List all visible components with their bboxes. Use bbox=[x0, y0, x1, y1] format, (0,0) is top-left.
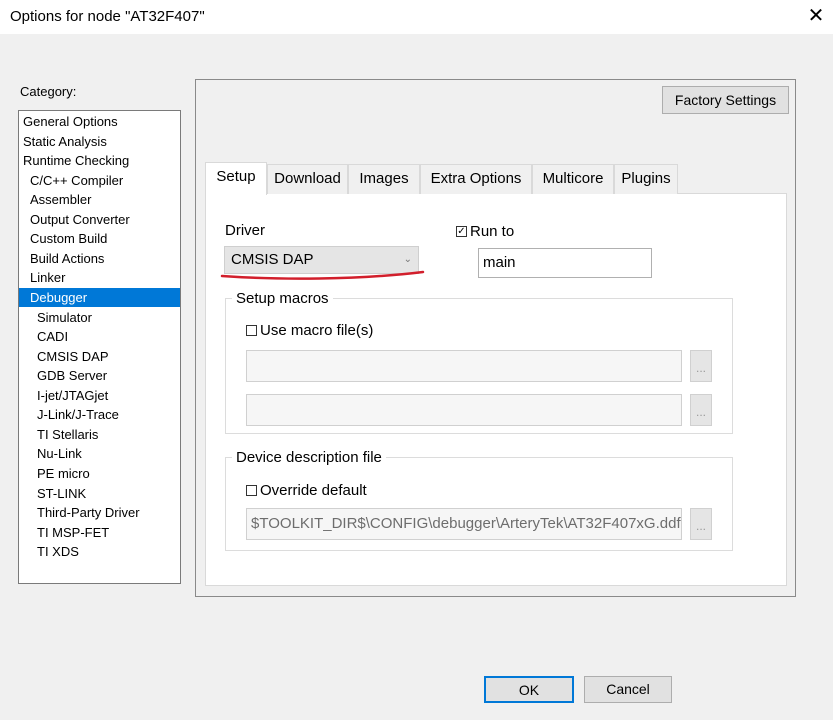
device-file-input[interactable]: $TOOLKIT_DIR$\CONFIG\debugger\ArteryTek\… bbox=[246, 508, 682, 540]
tab-setup[interactable]: Setup bbox=[205, 162, 267, 195]
category-item-gdb-server[interactable]: GDB Server bbox=[19, 366, 198, 385]
run-to-checkbox[interactable]: ✓ bbox=[456, 226, 467, 237]
setup-macros-title: Setup macros bbox=[232, 290, 333, 307]
override-default-checkbox[interactable] bbox=[246, 485, 257, 496]
category-item-ti-msp-fet[interactable]: TI MSP-FET bbox=[19, 523, 198, 542]
run-to-label: Run to bbox=[470, 223, 515, 240]
category-item-cadi[interactable]: CADI bbox=[19, 327, 198, 346]
close-icon[interactable]: ✕ bbox=[804, 5, 828, 29]
category-item-static-analysis[interactable]: Static Analysis bbox=[19, 132, 184, 151]
macro-file-input-2[interactable] bbox=[246, 394, 682, 426]
category-item-simulator[interactable]: Simulator bbox=[19, 308, 198, 327]
macro-file-browse-button-1[interactable]: ... bbox=[690, 350, 712, 382]
macro-file-browse-button-2[interactable]: ... bbox=[690, 394, 712, 426]
category-item-ti-xds[interactable]: TI XDS bbox=[19, 542, 198, 561]
category-item-output-converter[interactable]: Output Converter bbox=[19, 210, 191, 229]
red-underline-annotation bbox=[220, 270, 425, 280]
use-macro-checkbox[interactable] bbox=[246, 325, 257, 336]
tab-images[interactable]: Images bbox=[348, 164, 420, 194]
macro-file-input-1[interactable] bbox=[246, 350, 682, 382]
category-item-linker[interactable]: Linker bbox=[19, 268, 191, 287]
category-item-j-link[interactable]: J-Link/J-Trace bbox=[19, 405, 198, 424]
category-item-nu-link[interactable]: Nu-Link bbox=[19, 444, 198, 463]
override-default-label: Override default bbox=[260, 482, 367, 499]
driver-label: Driver bbox=[225, 222, 265, 239]
factory-settings-button[interactable]: Factory Settings bbox=[662, 86, 789, 114]
run-to-input[interactable]: main bbox=[478, 248, 652, 278]
category-label: Category: bbox=[20, 84, 77, 99]
use-macro-label: Use macro file(s) bbox=[260, 322, 374, 339]
tab-extra-options[interactable]: Extra Options bbox=[420, 164, 532, 194]
device-description-title: Device description file bbox=[232, 449, 386, 466]
device-file-browse-button[interactable]: ... bbox=[690, 508, 712, 540]
tab-download[interactable]: Download bbox=[267, 164, 348, 194]
category-item-runtime-checking[interactable]: Runtime Checking bbox=[19, 151, 184, 170]
driver-select-value: CMSIS DAP bbox=[231, 251, 314, 268]
category-item-ti-stellaris[interactable]: TI Stellaris bbox=[19, 425, 198, 444]
window-title: Options for node "AT32F407" bbox=[10, 8, 205, 25]
tab-plugins[interactable]: Plugins bbox=[614, 164, 678, 194]
cancel-button[interactable]: Cancel bbox=[584, 676, 672, 703]
tab-multicore[interactable]: Multicore bbox=[532, 164, 614, 194]
category-item-custom-build[interactable]: Custom Build bbox=[19, 229, 191, 248]
category-item-pe-micro[interactable]: PE micro bbox=[19, 464, 198, 483]
ok-button[interactable]: OK bbox=[484, 676, 574, 703]
category-item-i-jet[interactable]: I-jet/JTAGjet bbox=[19, 386, 198, 405]
category-list[interactable]: General Options Static Analysis Runtime … bbox=[18, 110, 181, 584]
category-item-st-link[interactable]: ST-LINK bbox=[19, 484, 198, 503]
category-item-general-options[interactable]: General Options bbox=[19, 112, 184, 131]
category-item-assembler[interactable]: Assembler bbox=[19, 190, 191, 209]
category-item-debugger[interactable]: Debugger bbox=[19, 288, 180, 307]
category-item-build-actions[interactable]: Build Actions bbox=[19, 249, 191, 268]
category-item-cmsis-dap[interactable]: CMSIS DAP bbox=[19, 347, 198, 366]
category-item-third-party-driver[interactable]: Third-Party Driver bbox=[19, 503, 198, 522]
category-item-c-cpp-compiler[interactable]: C/C++ Compiler bbox=[19, 171, 191, 190]
